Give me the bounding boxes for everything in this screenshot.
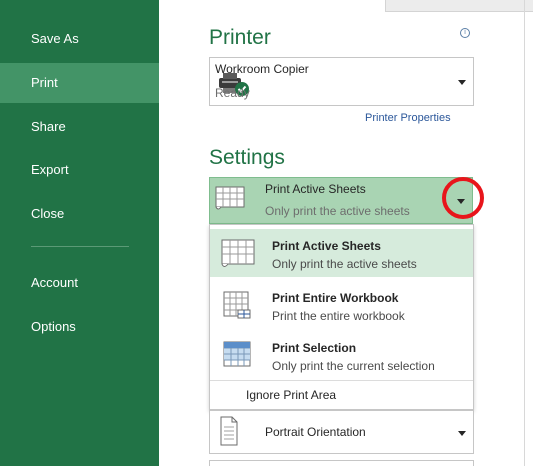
menu-item-title: Print Active Sheets bbox=[272, 239, 381, 253]
menu-divider bbox=[210, 380, 473, 381]
printer-heading: Printer bbox=[209, 26, 271, 49]
sheets-icon bbox=[215, 186, 245, 210]
chevron-down-icon[interactable] bbox=[458, 80, 466, 85]
info-icon[interactable]: i bbox=[460, 28, 470, 38]
nav-account[interactable]: Account bbox=[0, 263, 159, 303]
nav-save-as[interactable]: Save As bbox=[0, 19, 159, 59]
printer-properties-link[interactable]: Printer Properties bbox=[365, 112, 451, 124]
selected-option-subtitle: Only print the active sheets bbox=[265, 204, 410, 218]
nav-divider bbox=[31, 246, 129, 247]
nav-export[interactable]: Export bbox=[0, 150, 159, 190]
settings-heading: Settings bbox=[209, 146, 285, 169]
nav-options[interactable]: Options bbox=[0, 307, 159, 347]
top-strip bbox=[385, 0, 533, 12]
printer-name: Workroom Copier bbox=[215, 62, 309, 76]
orientation-label: Portrait Orientation bbox=[265, 425, 366, 439]
menu-item-active-sheets[interactable]: Print Active Sheets Only print the activ… bbox=[210, 229, 473, 277]
selected-option-title: Print Active Sheets bbox=[265, 182, 366, 196]
next-setting-box[interactable] bbox=[209, 460, 474, 466]
ignore-print-area-option[interactable]: Ignore Print Area bbox=[246, 388, 336, 402]
highlight-circle bbox=[442, 177, 484, 219]
menu-item-title: Print Entire Workbook bbox=[272, 291, 399, 305]
menu-item-subtitle: Print the entire workbook bbox=[272, 309, 405, 323]
nav-close[interactable]: Close bbox=[0, 194, 159, 234]
menu-item-selection[interactable]: Print Selection Only print the current s… bbox=[210, 331, 473, 379]
backstage-nav: Save As Print Share Export Close Account… bbox=[0, 0, 159, 466]
menu-item-title: Print Selection bbox=[272, 341, 357, 355]
print-panel: Printer i Workroom Copier Ready Printer … bbox=[159, 0, 533, 466]
selection-icon bbox=[223, 341, 251, 367]
menu-item-entire-workbook[interactable]: Print Entire Workbook Print the entire w… bbox=[210, 281, 473, 329]
menu-item-subtitle: Only print the current selection bbox=[272, 359, 435, 373]
print-what-menu: Print Active Sheets Only print the activ… bbox=[209, 224, 474, 410]
menu-item-subtitle: Only print the active sheets bbox=[272, 257, 417, 271]
portrait-page-icon bbox=[220, 416, 238, 446]
chevron-down-icon[interactable] bbox=[458, 431, 466, 436]
nav-share[interactable]: Share bbox=[0, 107, 159, 147]
panel-divider bbox=[524, 0, 525, 466]
workbook-icon bbox=[223, 291, 251, 319]
printer-status: Ready bbox=[215, 86, 250, 100]
nav-print[interactable]: Print bbox=[0, 63, 159, 103]
sheets-icon bbox=[221, 239, 255, 267]
